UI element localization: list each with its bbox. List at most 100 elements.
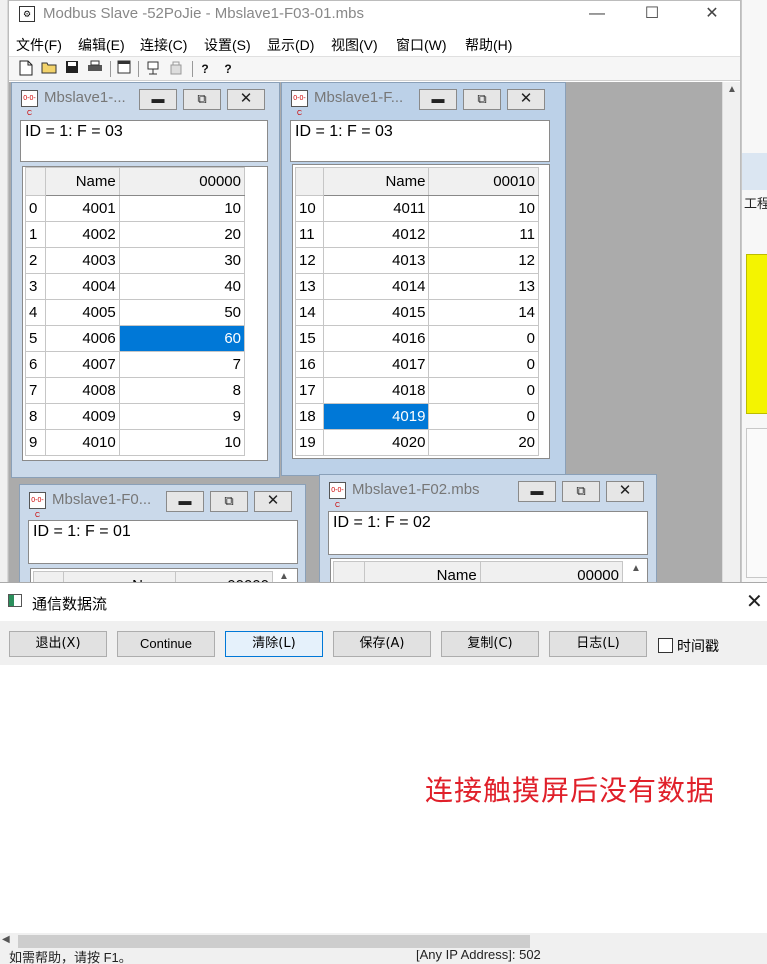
scroll-up-icon[interactable]: ▲ [723, 84, 741, 100]
timestamp-checkbox[interactable] [658, 638, 673, 653]
register-value[interactable]: 9 [118, 403, 246, 430]
table-row[interactable]: 9 4010 10 [25, 429, 246, 456]
print-icon[interactable] [86, 60, 104, 78]
register-name[interactable]: 4013 [322, 247, 430, 274]
table-row[interactable]: 5 4006 60 [25, 325, 246, 352]
menu-file[interactable]: 文件(F) [16, 35, 62, 55]
table-row[interactable]: 8 4009 9 [25, 403, 246, 430]
register-name[interactable]: 4012 [322, 221, 430, 248]
child-close-button[interactable]: ✕ [606, 481, 644, 502]
register-name[interactable]: 4004 [44, 273, 120, 300]
register-name[interactable]: 4002 [44, 221, 120, 248]
register-value[interactable]: 10 [118, 429, 246, 456]
table-row[interactable]: 18 4019 0 [295, 403, 539, 430]
register-name[interactable]: 4017 [322, 351, 430, 378]
register-name[interactable]: 4015 [322, 299, 430, 326]
log-button[interactable]: 日志(L) [549, 631, 647, 657]
maximize-button[interactable]: ☐ [629, 1, 675, 29]
child-restore-button[interactable]: ⧉ [183, 89, 221, 110]
horizontal-scrollbar[interactable]: ◀ [0, 933, 767, 950]
register-value[interactable]: 30 [118, 247, 246, 274]
menu-window[interactable]: 窗口(W) [396, 35, 447, 55]
register-name[interactable]: 4001 [44, 195, 120, 222]
child-window-f03-0[interactable]: 0-0-C Mbslave1-... ▬ ⧉ ✕ ID = 1: F = 03 … [11, 82, 280, 478]
table-row[interactable]: 17 4018 0 [295, 377, 539, 404]
traffic-log-area[interactable]: 连接触摸屏后没有数据 [0, 665, 767, 935]
context-help-icon[interactable]: ? [219, 60, 237, 78]
register-value[interactable]: 40 [118, 273, 246, 300]
register-name[interactable]: 4008 [44, 377, 120, 404]
disconnect-icon[interactable] [167, 60, 185, 78]
menu-connection[interactable]: 连接(C) [140, 35, 187, 55]
table-row[interactable]: 12 4013 12 [295, 247, 539, 274]
clear-button[interactable]: 清除(L) [225, 631, 323, 657]
minimize-button[interactable]: — [574, 1, 620, 29]
register-name[interactable]: 4018 [322, 377, 430, 404]
register-value[interactable]: 11 [428, 221, 539, 248]
register-value[interactable]: 0 [428, 403, 539, 430]
register-value[interactable]: 0 [428, 351, 539, 378]
register-name[interactable]: 4005 [44, 299, 120, 326]
table-row[interactable]: 7 4008 8 [25, 377, 246, 404]
open-icon[interactable] [40, 60, 58, 78]
table-row[interactable]: 13 4014 13 [295, 273, 539, 300]
grid-scroll-up-icon[interactable]: ▲ [627, 563, 645, 581]
register-name[interactable]: 4014 [322, 273, 430, 300]
register-value[interactable]: 7 [118, 351, 246, 378]
register-name[interactable]: 4010 [44, 429, 120, 456]
register-value[interactable]: 50 [118, 299, 246, 326]
child-restore-button[interactable]: ⧉ [562, 481, 600, 502]
name-column-header[interactable]: Name [44, 167, 120, 196]
table-row[interactable]: 2 4003 30 [25, 247, 246, 274]
child-close-button[interactable]: ✕ [254, 491, 292, 512]
register-value[interactable]: 14 [428, 299, 539, 326]
exit-button[interactable]: 退出(X) [9, 631, 107, 657]
child-minimize-button[interactable]: ▬ [518, 481, 556, 502]
save-icon[interactable] [63, 60, 81, 78]
table-row[interactable]: 4 4005 50 [25, 299, 246, 326]
save-log-button[interactable]: 保存(A) [333, 631, 431, 657]
register-name[interactable]: 4009 [44, 403, 120, 430]
register-value[interactable]: 10 [428, 195, 539, 222]
child-restore-button[interactable]: ⧉ [463, 89, 501, 110]
table-row[interactable]: 15 4016 0 [295, 325, 539, 352]
name-column-header[interactable]: Name [322, 167, 430, 196]
menu-display[interactable]: 显示(D) [267, 35, 314, 55]
menu-view[interactable]: 视图(V) [331, 35, 378, 55]
table-row[interactable]: 6 4007 7 [25, 351, 246, 378]
register-value-selected[interactable]: 60 [118, 325, 246, 352]
register-value[interactable]: 8 [118, 377, 246, 404]
panel-close-button[interactable]: ✕ [746, 589, 763, 614]
child-close-button[interactable]: ✕ [227, 89, 265, 110]
continue-button[interactable]: Continue [117, 631, 215, 657]
value-column-header[interactable]: 00000 [118, 167, 246, 196]
register-grid[interactable]: Name 00000 0 4001 10 1 4002 20 2 4003 30 3 4004… [22, 166, 268, 461]
menu-help[interactable]: 帮助(H) [465, 35, 512, 55]
register-value[interactable]: 0 [428, 325, 539, 352]
register-value[interactable]: 10 [118, 195, 246, 222]
table-row[interactable]: 11 4012 11 [295, 221, 539, 248]
register-name[interactable]: 4007 [44, 351, 120, 378]
table-row[interactable]: 3 4004 40 [25, 273, 246, 300]
register-name-selected[interactable]: 4019 [322, 403, 430, 430]
register-value[interactable]: 20 [118, 221, 246, 248]
register-grid[interactable]: Name 00010 10 4011 10 11 4012 11 12 4013 12 13… [292, 164, 550, 459]
scroll-thumb[interactable] [18, 935, 530, 948]
title-bar[interactable]: ⚙ Modbus Slave -52PoJie - Mbslave1-F03-0… [9, 1, 740, 29]
table-row[interactable]: 16 4017 0 [295, 351, 539, 378]
menu-edit[interactable]: 编辑(E) [78, 35, 125, 55]
child-window-f03-10[interactable]: 0-0-C Mbslave1-F... ▬ ⧉ ✕ ID = 1: F = 03… [281, 82, 566, 476]
app-icon[interactable]: ⚙ [19, 6, 35, 22]
child-minimize-button[interactable]: ▬ [419, 89, 457, 110]
child-restore-button[interactable]: ⧉ [210, 491, 248, 512]
table-row[interactable]: 10 4011 10 [295, 195, 539, 222]
register-value[interactable]: 20 [428, 429, 539, 456]
value-column-header[interactable]: 00010 [428, 167, 539, 196]
child-title-bar[interactable]: 0-0-C Mbslave1-F... ▬ ⧉ ✕ [282, 83, 565, 117]
register-name[interactable]: 4006 [44, 325, 120, 352]
child-minimize-button[interactable]: ▬ [166, 491, 204, 512]
new-icon[interactable] [17, 60, 35, 78]
register-value[interactable]: 12 [428, 247, 539, 274]
table-row[interactable]: 19 4020 20 [295, 429, 539, 456]
register-value[interactable]: 13 [428, 273, 539, 300]
